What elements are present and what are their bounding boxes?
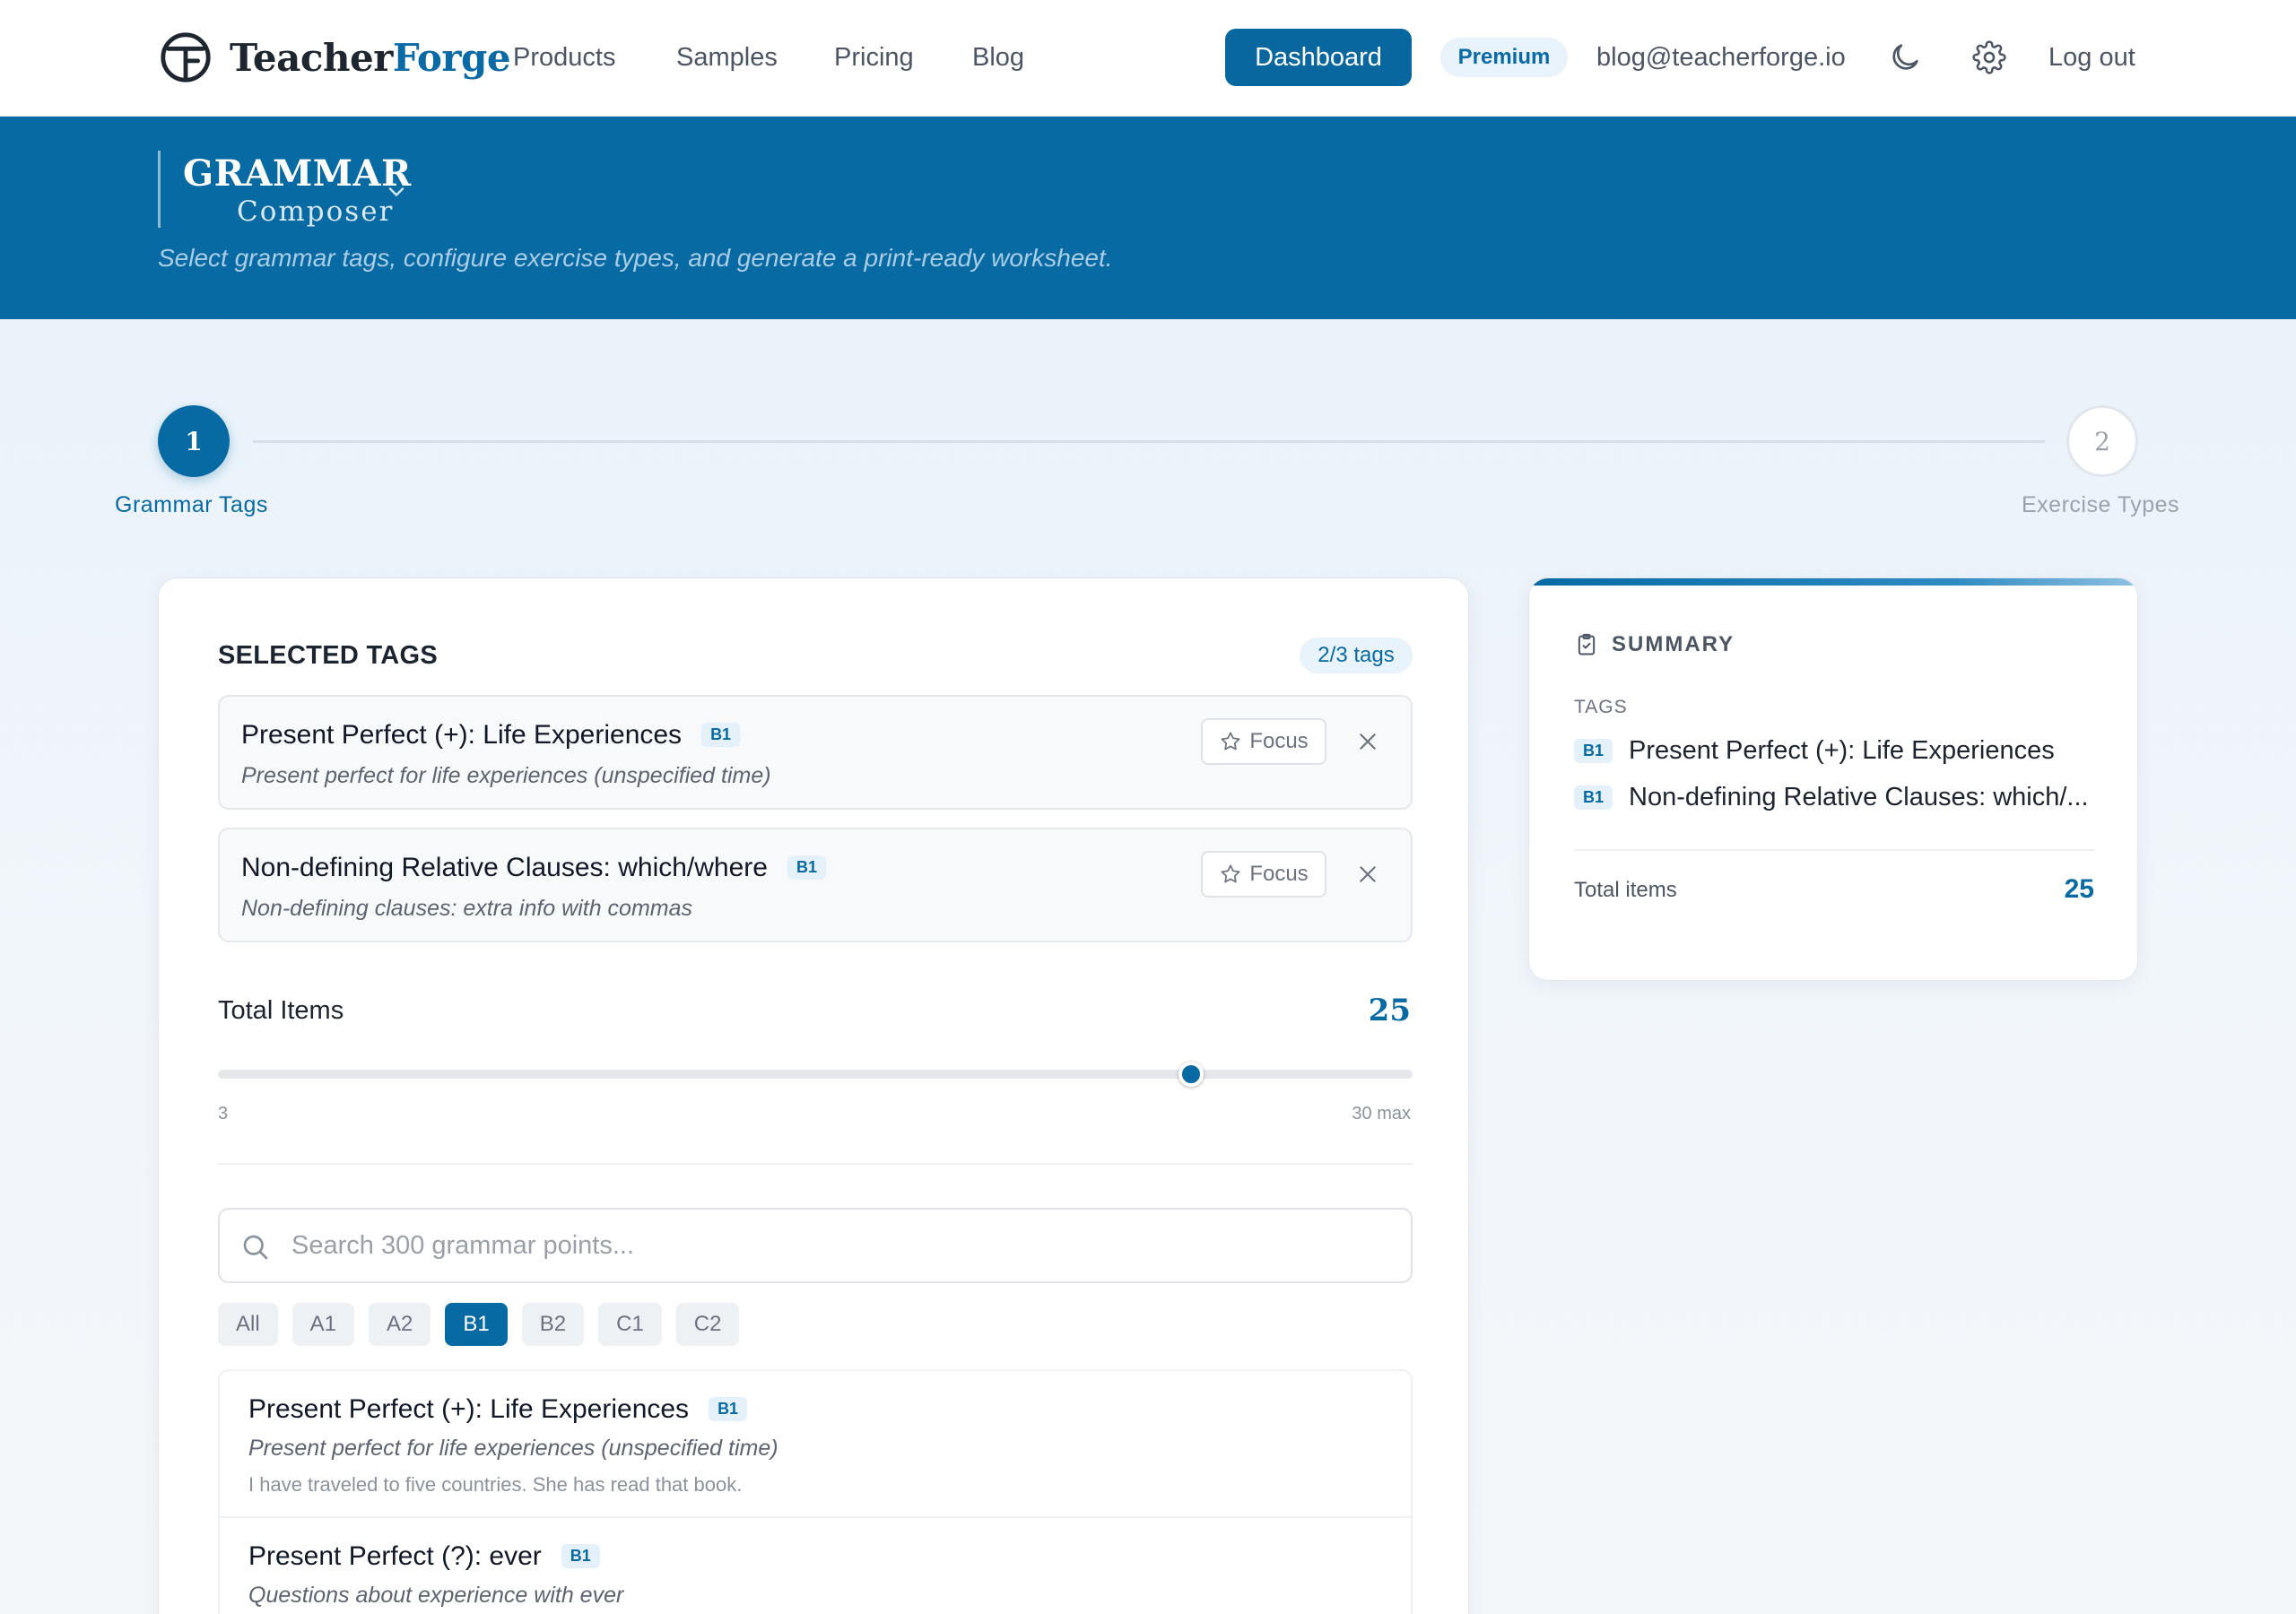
premium-badge: Premium [1440, 38, 1568, 77]
list-item-description: Present perfect for life experiences (un… [248, 1436, 778, 1461]
slider-max-label: 30 max [1352, 1104, 1411, 1124]
filter-chip-all[interactable]: All [218, 1303, 278, 1346]
moon-icon[interactable] [1883, 36, 1926, 79]
selected-tag-title: Present Perfect (+): Life Experiences B1 [241, 720, 741, 751]
level-badge: B1 [1574, 739, 1613, 763]
page-header: GRAMMAR Composer Select grammar tags, co… [0, 117, 2296, 319]
grammar-point-list: Present Perfect (+): Life Experiences B1 … [218, 1369, 1413, 1614]
selected-tags-heading: SELECTED TAGS [218, 641, 439, 670]
level-badge: B1 [709, 1397, 748, 1421]
logo-icon [161, 32, 211, 82]
summary-tags-label: TAGS [1574, 697, 1628, 717]
summary-accent-bar [1529, 578, 2137, 586]
summary-tag: B1 Present Perfect (+): Life Experiences [1574, 736, 2055, 766]
remove-tag-button[interactable] [1350, 724, 1386, 759]
selected-tag: Present Perfect (+): Life Experiences B1 … [218, 695, 1413, 810]
level-filter-bar: All A1 A2 B1 B2 C1 C2 [218, 1303, 740, 1346]
filter-chip-b1[interactable]: B1 [445, 1303, 508, 1346]
nav-link-samples[interactable]: Samples [676, 41, 778, 74]
filter-chip-a2[interactable]: A2 [369, 1303, 431, 1346]
nav-link-blog[interactable]: Blog [972, 41, 1024, 74]
summary-card: SUMMARY TAGS B1 Present Perfect (+): Lif… [1528, 577, 2138, 981]
focus-button[interactable]: Focus [1201, 851, 1326, 898]
page-subtitle: Composer [237, 195, 395, 228]
level-badge: B1 [1574, 785, 1613, 810]
clipboard-icon [1578, 633, 1596, 655]
page-title[interactable]: GRAMMAR [183, 152, 412, 195]
total-items-slider-thumb[interactable] [1178, 1062, 1205, 1087]
summary-total-label: Total items [1574, 878, 1677, 902]
star-icon [1221, 732, 1240, 751]
filter-chip-c2[interactable]: C2 [675, 1303, 740, 1346]
focus-button[interactable]: Focus [1201, 718, 1326, 765]
level-badge: B1 [787, 855, 826, 880]
total-items-label: Total Items [218, 996, 344, 1025]
selected-tag: Non-defining Relative Clauses: which/whe… [218, 828, 1413, 942]
search-input[interactable] [291, 1222, 1386, 1269]
total-items-slider-track[interactable] [218, 1070, 1413, 1079]
search-box[interactable] [218, 1208, 1413, 1283]
selected-tag-description: Present perfect for life experiences (un… [241, 763, 771, 788]
summary-total-value: 25 [2064, 874, 2094, 904]
top-navbar: TeacherForge Products Samples Pricing Bl… [0, 0, 2296, 117]
logo[interactable]: TeacherForge [158, 29, 511, 86]
filter-chip-b2[interactable]: B2 [521, 1303, 585, 1346]
title-accent-bar [158, 151, 161, 228]
summary-tag: B1 Non-defining Relative Clauses: which/… [1574, 783, 2089, 812]
logout-link[interactable]: Log out [2048, 41, 2135, 74]
list-item-example: I have traveled to five countries. She h… [248, 1473, 743, 1496]
nav-link-pricing[interactable]: Pricing [834, 41, 914, 74]
step-1-indicator[interactable]: 1 [158, 405, 230, 477]
gear-icon[interactable] [1968, 36, 2011, 79]
filter-chip-a1[interactable]: A1 [291, 1303, 355, 1346]
remove-tag-button[interactable] [1350, 856, 1386, 892]
stepper-connector [253, 440, 2045, 443]
close-icon [1360, 866, 1376, 882]
step-2-label[interactable]: Exercise Types [2022, 492, 2179, 518]
level-badge: B1 [561, 1544, 600, 1568]
dashboard-button[interactable]: Dashboard [1225, 29, 1412, 86]
list-item-title: Present Perfect (+): Life Experiences B1 [248, 1394, 748, 1425]
total-items-value: 25 [1368, 993, 1411, 1028]
list-item-description: Questions about experience with ever [248, 1583, 624, 1608]
grammar-tags-card: SELECTED TAGS 2/3 tags Present Perfect (… [158, 577, 1469, 1614]
user-email: blog@teacherforge.io [1596, 43, 1846, 72]
list-item[interactable]: Present Perfect (?): ever B1 Questions ab… [220, 1516, 1411, 1614]
logo-text: TeacherForge [230, 35, 511, 80]
list-item-title: Present Perfect (?): ever B1 [248, 1541, 600, 1572]
tag-count-badge: 2/3 tags [1300, 638, 1413, 673]
level-badge: B1 [701, 723, 741, 747]
search-icon [243, 1235, 268, 1260]
section-divider [218, 1163, 1413, 1165]
selected-tag-title: Non-defining Relative Clauses: which/whe… [241, 853, 826, 883]
summary-heading: SUMMARY [1612, 632, 1735, 656]
star-icon [1221, 864, 1240, 883]
filter-chip-c1[interactable]: C1 [598, 1303, 662, 1346]
page-description: Select grammar tags, configure exercise … [158, 244, 1113, 272]
slider-min-label: 3 [218, 1104, 229, 1124]
summary-divider [1574, 849, 2094, 851]
nav-link-products[interactable]: Products [513, 41, 615, 74]
selected-tag-description: Non-defining clauses: extra info with co… [241, 896, 693, 921]
chevron-down-icon[interactable] [384, 179, 409, 204]
close-icon [1360, 733, 1376, 750]
step-2-indicator[interactable]: 2 [2066, 405, 2138, 477]
list-item[interactable]: Present Perfect (+): Life Experiences B1 … [220, 1371, 1411, 1516]
step-1-label[interactable]: Grammar Tags [115, 492, 268, 518]
